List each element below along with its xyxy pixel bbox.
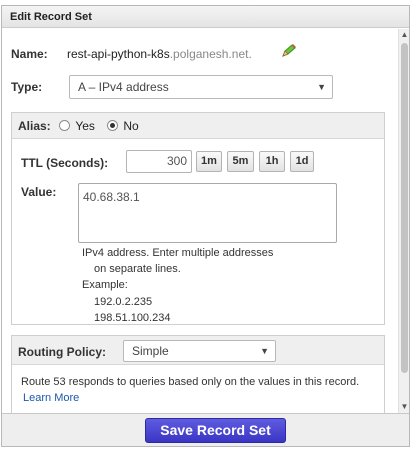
ttl-preset-1d[interactable]: 1d (290, 151, 314, 172)
routing-policy-label: Routing Policy: (18, 345, 106, 359)
type-label: Type: (11, 80, 43, 94)
value-hint-line1: IPv4 address. Enter multiple addresses (82, 247, 274, 259)
value-textarea[interactable]: 40.68.38.1 (78, 183, 337, 243)
type-selected-value: A – IPv4 address (78, 80, 169, 94)
chevron-down-icon: ▼ (317, 82, 326, 92)
name-label: Name: (11, 47, 48, 61)
panel-footer: Save Record Set (2, 413, 409, 446)
routing-selected-value: Simple (132, 344, 169, 358)
record-name: rest-api-python-k8s.polganesh.net. (67, 47, 252, 61)
routing-policy-section: Routing Policy: Simple ▼ Route 53 respon… (11, 335, 385, 413)
value-text: 40.68.38.1 (83, 190, 140, 204)
alias-yes-label: Yes (75, 119, 95, 133)
ttl-preset-5m[interactable]: 5m (227, 151, 254, 172)
example-ip-2: 198.51.100.234 (94, 312, 171, 324)
scroll-up-icon[interactable]: ▲ (399, 29, 409, 41)
ttl-label: TTL (Seconds): (21, 156, 109, 170)
example-ip-1: 192.0.2.235 (94, 296, 153, 308)
scrollbar-thumb[interactable] (401, 43, 408, 373)
ttl-input[interactable]: 300 (126, 150, 192, 173)
panel-title: Edit Record Set (2, 6, 409, 28)
ttl-preset-1h[interactable]: 1h (259, 151, 285, 172)
alias-no-radio[interactable] (107, 120, 118, 131)
alias-header: Alias: Yes No (12, 113, 384, 139)
routing-header: Routing Policy: Simple ▼ (12, 336, 384, 365)
routing-policy-select[interactable]: Simple ▼ (123, 340, 276, 362)
alias-yes-radio[interactable] (59, 120, 70, 131)
alias-ttl-value-section: Alias: Yes No TTL (Seconds): 300 1m 5m 1… (11, 112, 385, 325)
value-hint-line2: on separate lines. (94, 263, 181, 275)
example-label: Example: (82, 279, 128, 291)
alias-yes-option[interactable]: Yes (59, 119, 95, 133)
chevron-down-icon: ▼ (260, 346, 269, 356)
learn-more-link[interactable]: Learn More (23, 392, 79, 404)
value-label: Value: (21, 185, 57, 199)
vertical-scrollbar[interactable]: ▲ ▼ (398, 29, 409, 413)
type-select[interactable]: A – IPv4 address ▼ (69, 75, 333, 99)
pencil-icon[interactable] (281, 44, 297, 58)
routing-description: Route 53 responds to queries based only … (21, 376, 360, 388)
save-record-set-button[interactable]: Save Record Set (145, 418, 286, 443)
record-domain: .polganesh.net. (169, 47, 252, 61)
record-name-value: rest-api-python-k8s (67, 47, 170, 61)
alias-no-label: No (123, 119, 139, 133)
alias-no-option[interactable]: No (107, 119, 139, 133)
ttl-preset-1m[interactable]: 1m (196, 151, 222, 172)
edit-record-set-panel: Edit Record Set Name: rest-api-python-k8… (1, 5, 410, 447)
form-scroll-area[interactable]: Name: rest-api-python-k8s.polganesh.net.… (2, 29, 409, 413)
alias-label: Alias: (18, 119, 51, 133)
scroll-down-icon[interactable]: ▼ (399, 401, 409, 413)
